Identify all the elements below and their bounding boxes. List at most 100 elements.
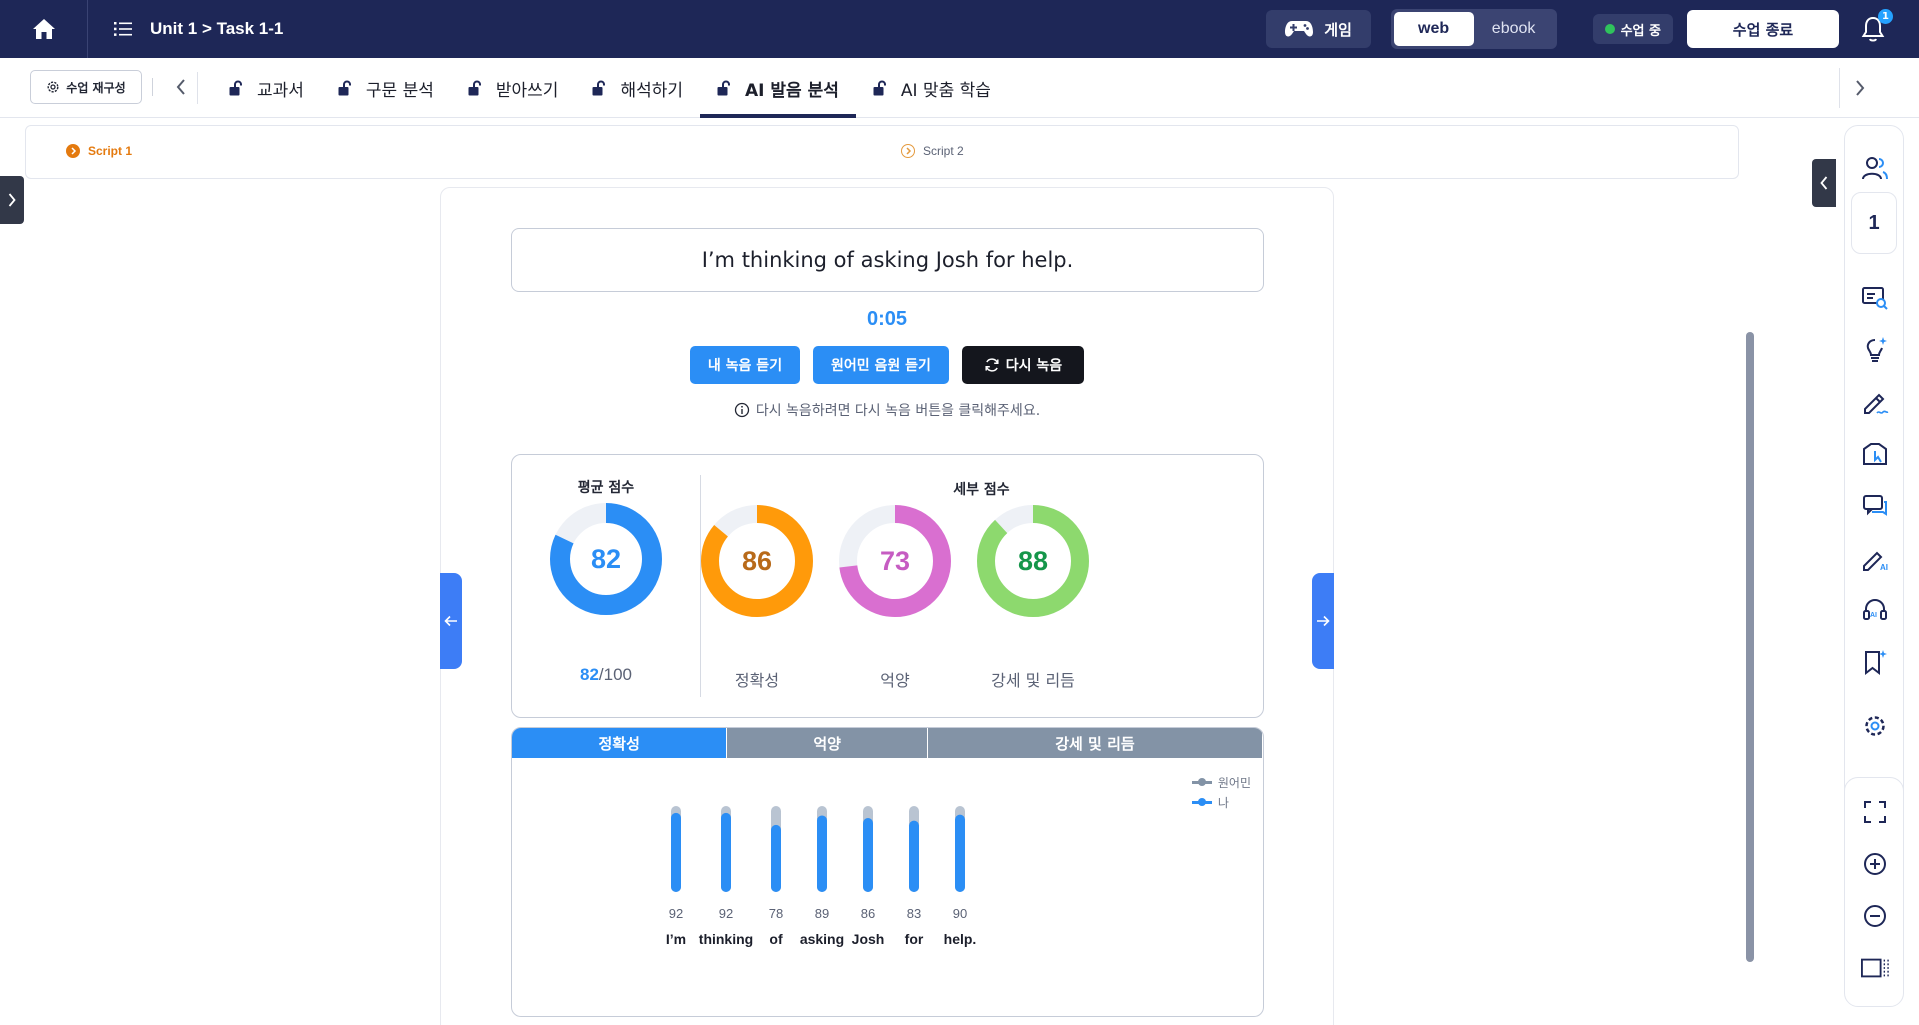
tab-1[interactable]: 교과서	[212, 58, 321, 118]
list-icon	[114, 22, 132, 36]
average-score-fraction: 82/100	[512, 665, 700, 685]
bar-tab-3[interactable]: 강세 및 리듬	[927, 728, 1263, 758]
unlock-icon	[468, 80, 481, 96]
chat-icon[interactable]	[1861, 492, 1889, 520]
average-score-max: /100	[598, 665, 632, 684]
hint-text: 다시 녹음하려면 다시 녹음 버튼을 클릭해주세요.	[441, 400, 1333, 420]
web-toggle[interactable]: web	[1393, 12, 1474, 46]
prev-tab-button[interactable]	[168, 72, 194, 102]
refresh-icon	[985, 358, 999, 372]
tab-label: 받아쓰기	[495, 80, 559, 101]
recording-timer: 0:05	[866, 308, 908, 330]
tab-5[interactable]: AI 발음 분석	[700, 58, 856, 118]
word-score-chart: 92 I’m 92 thinking 78 of 89 asking 86 Josh 83 for 90…	[666, 806, 977, 947]
play-my-recording-button[interactable]: 내 녹음 듣기	[690, 346, 800, 384]
word-label-3: of	[769, 931, 783, 947]
value-label-2: 92	[719, 906, 733, 921]
right-toolbar: 1 AI AI	[1844, 125, 1904, 875]
tab-2[interactable]: 구문 분석	[321, 58, 451, 118]
settings-icon[interactable]	[1861, 712, 1889, 740]
chevron-circle-icon	[901, 144, 915, 158]
value-label-1: 92	[669, 906, 683, 921]
bar-tab-1[interactable]: 정확성	[512, 728, 728, 758]
hint-label: 다시 녹음하려면 다시 녹음 버튼을 클릭해주세요.	[755, 403, 1041, 419]
breadcrumb[interactable]: Unit 1 > Task 1-1	[114, 19, 283, 39]
info-icon	[734, 402, 749, 418]
script-2-tab[interactable]: Script 2	[901, 144, 964, 158]
target-sentence: I’m thinking of asking Josh for help.	[511, 228, 1264, 292]
prev-sentence-button[interactable]	[440, 573, 462, 669]
ai-headset-icon[interactable]: AI	[1861, 596, 1889, 624]
detail-label-2: 억양	[880, 671, 910, 690]
my-bar-4	[817, 815, 827, 892]
detail-label-3: 강세 및 리듬	[991, 671, 1075, 690]
value-label-3: 78	[769, 906, 783, 921]
scrollbar-thumb[interactable]	[1746, 332, 1754, 962]
next-sentence-button[interactable]	[1312, 573, 1334, 669]
my-bar-5	[863, 818, 873, 892]
detail-donut-2-value: 73	[879, 545, 911, 576]
select-area-icon[interactable]	[1861, 440, 1889, 468]
fullscreen-icon[interactable]	[1861, 798, 1889, 826]
unlock-icon	[338, 80, 351, 96]
re-record-label: 다시 녹음	[1005, 358, 1063, 374]
reconfigure-button[interactable]: 수업 재구성	[30, 70, 142, 104]
next-tab-button[interactable]	[1839, 68, 1879, 108]
game-label: 게임	[1324, 20, 1352, 39]
top-bar: Unit 1 > Task 1-1 게임 web ebook 수업 중 수업 종…	[0, 0, 1919, 58]
pronunciation-card: I’m thinking of asking Josh for help. 0:…	[440, 187, 1334, 1025]
chevron-left-icon	[176, 79, 185, 95]
zoom-in-icon[interactable]	[1861, 850, 1889, 878]
unlock-icon	[592, 80, 606, 96]
detail-donut-1: 86	[701, 505, 813, 617]
arrow-left-icon	[444, 615, 457, 627]
value-label-5: 86	[861, 906, 875, 921]
left-panel-toggle[interactable]	[0, 176, 24, 224]
ai-pen-icon[interactable]: AI	[1861, 544, 1889, 572]
chevron-right-icon	[8, 193, 16, 207]
home-icon	[32, 19, 55, 39]
tab-4[interactable]: 해석하기	[575, 58, 700, 118]
notification-button[interactable]: 1	[1857, 9, 1893, 45]
tab-bar: 수업 재구성 교과서 구문 분석 받아쓰기 해석하기 AI 발음 분석 AI 맞춤 학습	[0, 58, 1919, 118]
pen-icon[interactable]	[1861, 388, 1889, 416]
re-record-button[interactable]: 다시 녹음	[962, 346, 1084, 384]
right-panel-toggle[interactable]	[1812, 159, 1836, 207]
gear-icon	[47, 81, 59, 93]
chevron-circle-icon	[66, 144, 80, 158]
home-button[interactable]	[0, 0, 88, 58]
fit-width-icon[interactable]	[1861, 954, 1889, 982]
end-class-button[interactable]: 수업 종료	[1687, 10, 1839, 48]
my-bar-2	[721, 812, 731, 892]
script-1-tab[interactable]: Script 1	[66, 144, 132, 158]
bookmark-sparkle-icon[interactable]	[1861, 648, 1889, 676]
game-button[interactable]: 게임	[1265, 10, 1371, 48]
arrow-right-icon	[1317, 615, 1330, 627]
ebook-toggle[interactable]: ebook	[1474, 12, 1554, 46]
script-1-label: Script 1	[88, 144, 133, 158]
my-bar-6	[909, 820, 919, 892]
notification-badge: 1	[1878, 9, 1893, 24]
zoom-out-icon[interactable]	[1861, 902, 1889, 930]
average-score-donut: 82	[550, 503, 662, 615]
word-label-4: asking	[800, 931, 844, 947]
tab-3[interactable]: 받아쓰기	[451, 58, 576, 118]
lightbulb-icon[interactable]	[1861, 336, 1889, 364]
tab-label: 교과서	[257, 80, 304, 101]
tab-6[interactable]: AI 맞춤 학습	[856, 58, 1008, 118]
detail-donut-1-value: 86	[741, 545, 773, 576]
unlock-icon	[717, 80, 731, 96]
detail-donut-2: 73	[839, 505, 951, 617]
chevron-left-icon	[1820, 176, 1828, 190]
bar-tab-2[interactable]: 억양	[727, 728, 928, 758]
word-score-panel: 정확성 억양 강세 및 리듬 원어민 나 92 I’m 92 thinking 78 of 89…	[511, 727, 1264, 1017]
play-native-audio-button[interactable]: 원어민 음원 듣기	[813, 346, 949, 384]
tab-label: AI 맞춤 학습	[900, 80, 991, 101]
word-label-2: thinking	[699, 931, 753, 947]
word-label-5: Josh	[852, 931, 885, 947]
reconfigure-label: 수업 재구성	[66, 80, 126, 95]
word-label-7: help.	[944, 931, 977, 947]
monitor-search-icon[interactable]	[1861, 284, 1889, 312]
detail-score-title: 세부 점수	[953, 482, 1010, 498]
students-icon[interactable]	[1861, 154, 1889, 182]
